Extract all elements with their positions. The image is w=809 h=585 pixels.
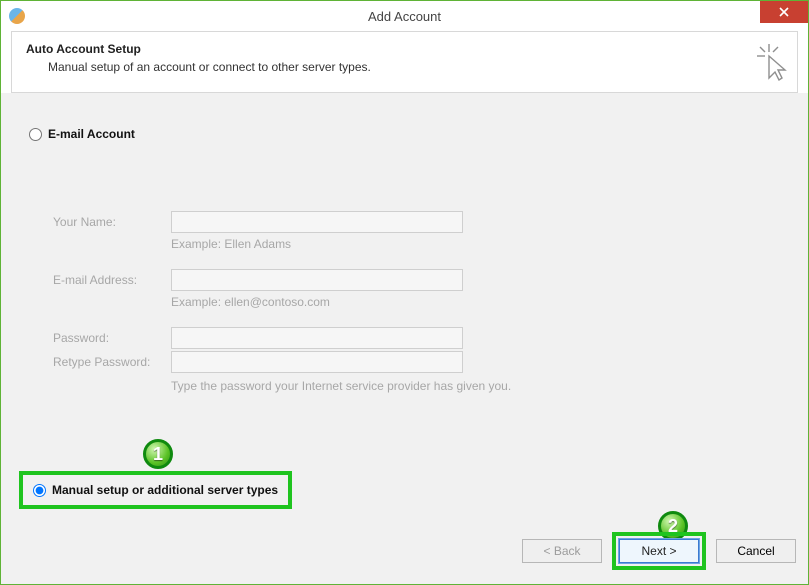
annotation-box-next: Next > xyxy=(612,532,706,570)
password-hint: Type the password your Internet service … xyxy=(171,379,798,393)
radio-email-account[interactable]: E-mail Account xyxy=(29,127,798,141)
annotation-box-manual-setup: Manual setup or additional server types xyxy=(19,471,292,509)
radio-email-account-input[interactable] xyxy=(29,128,42,141)
email-account-form: Your Name: Example: Ellen Adams E-mail A… xyxy=(53,211,798,393)
next-button[interactable]: Next > xyxy=(619,539,699,563)
wizard-title: Auto Account Setup xyxy=(26,42,783,56)
radio-email-account-label: E-mail Account xyxy=(48,127,135,141)
close-button[interactable] xyxy=(760,1,808,23)
app-icon xyxy=(9,8,25,24)
cursor-icon xyxy=(755,42,787,84)
retype-password-input xyxy=(171,351,463,373)
window-title: Add Account xyxy=(1,9,808,24)
email-address-hint: Example: ellen@contoso.com xyxy=(171,295,798,309)
wizard-body: E-mail Account Your Name: Example: Ellen… xyxy=(1,93,808,584)
your-name-input xyxy=(171,211,463,233)
your-name-label: Your Name: xyxy=(53,215,171,229)
cancel-button[interactable]: Cancel xyxy=(716,539,796,563)
password-input xyxy=(171,327,463,349)
email-address-input xyxy=(171,269,463,291)
wizard-button-row: < Back Next > Cancel xyxy=(522,532,796,570)
your-name-hint: Example: Ellen Adams xyxy=(171,237,798,251)
retype-password-label: Retype Password: xyxy=(53,355,171,369)
password-label: Password: xyxy=(53,331,171,345)
annotation-badge-1: 1 xyxy=(143,439,173,469)
close-icon xyxy=(779,7,789,17)
wizard-header: Auto Account Setup Manual setup of an ac… xyxy=(11,31,798,93)
radio-manual-setup-input[interactable] xyxy=(33,484,46,497)
wizard-subtitle: Manual setup of an account or connect to… xyxy=(48,60,783,74)
titlebar: Add Account xyxy=(1,1,808,31)
radio-manual-setup[interactable]: Manual setup or additional server types xyxy=(33,483,278,497)
email-address-label: E-mail Address: xyxy=(53,273,171,287)
radio-manual-setup-label: Manual setup or additional server types xyxy=(52,483,278,497)
back-button: < Back xyxy=(522,539,602,563)
